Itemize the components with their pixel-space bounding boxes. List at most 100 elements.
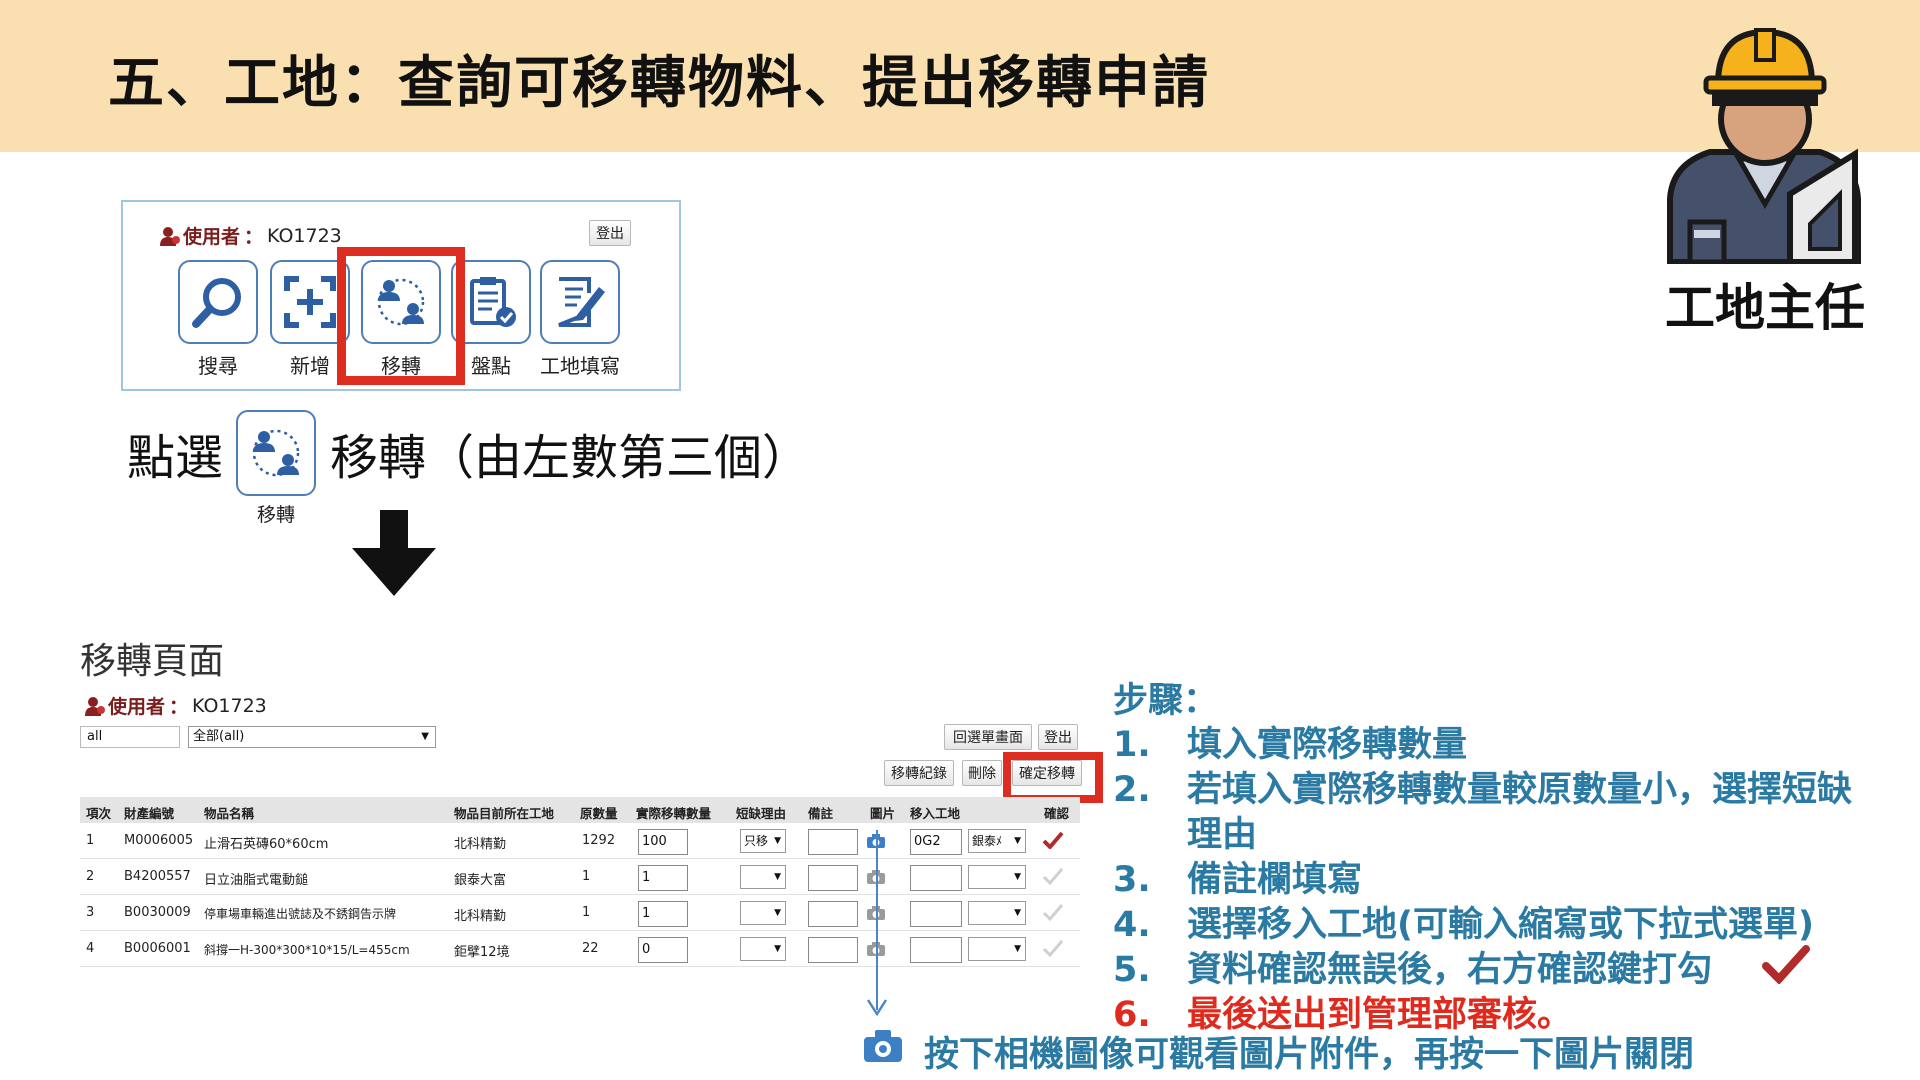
dest-site-input[interactable] xyxy=(910,937,962,963)
col-header: 備註 xyxy=(808,806,834,821)
role-caption: 工地主任 xyxy=(1665,279,1865,337)
row-name: 斜撐一H-300*300*10*15/L=455cm xyxy=(204,943,410,957)
user-id: KO1723 xyxy=(192,694,267,717)
confirm-check-icon[interactable] xyxy=(1042,903,1064,921)
shortage-reason-select[interactable]: ▼ xyxy=(740,865,786,889)
table-row: 2 B4200557 日立油脂式電動鎚 銀泰大富 1 1 ▼ ▼ xyxy=(80,859,1080,895)
table-row: 4 B0006001 斜撐一H-300*300*10*15/L=455cm 鉅擘… xyxy=(80,931,1080,967)
step-item: 2. 若填入實際移轉數量較原數量小，選擇短缺 xyxy=(1113,770,1853,810)
chevron-down-icon: ▼ xyxy=(774,908,781,918)
step-item-continued: 理由 xyxy=(1187,815,1258,855)
col-header: 移入工地 xyxy=(910,806,961,821)
row-site: 北科精勤 xyxy=(454,909,507,924)
chevron-down-icon: ▼ xyxy=(774,944,781,954)
row-name: 停車場車輛進出號誌及不銹鋼告示牌 xyxy=(204,907,397,921)
instruction-transfer-tile xyxy=(236,410,316,496)
transfer-history-button[interactable]: 移轉紀錄 xyxy=(884,760,954,786)
step-item: 1. 填入實際移轉數量 xyxy=(1113,725,1468,765)
confirm-check-icon[interactable] xyxy=(1042,867,1064,885)
menu-item-site-fill[interactable]: 工地填寫 xyxy=(539,260,621,379)
inventory-icon xyxy=(470,277,516,327)
row-code: B0030009 xyxy=(124,905,191,920)
dest-site-select[interactable]: ▼ xyxy=(968,865,1026,889)
user-info: 使用者 ： KO1723 xyxy=(159,222,342,249)
row-no: 2 xyxy=(86,869,95,884)
dest-site-input[interactable] xyxy=(910,901,962,927)
chevron-down-icon: ▼ xyxy=(774,836,781,846)
filter-site-value: 全部(all) xyxy=(193,729,245,744)
row-name: 止滑石英磚60*60cm xyxy=(204,837,329,852)
confirm-check-icon[interactable] xyxy=(1042,939,1064,957)
logout-button[interactable]: 登出 xyxy=(589,220,631,246)
delete-button[interactable]: 刪除 xyxy=(962,760,1002,786)
dest-site-input[interactable]: 0G2 xyxy=(910,829,962,855)
table-row: 3 B0030009 停車場車輛進出號誌及不銹鋼告示牌 北科精勤 1 1 ▼ ▼ xyxy=(80,895,1080,931)
menu-label-site-fill: 工地填寫 xyxy=(540,354,620,378)
note-input[interactable] xyxy=(808,829,858,855)
actual-qty-input[interactable]: 0 xyxy=(638,937,688,963)
actual-qty-input[interactable]: 1 xyxy=(638,865,688,891)
camera-note: 按下相機圖像可觀看圖片附件，再按一下圖片關閉 xyxy=(924,1035,1695,1075)
row-site: 北科精勤 xyxy=(454,837,507,852)
dest-site-select[interactable]: 銀泰ﾒ ▼ xyxy=(968,829,1026,853)
user-separator: ： xyxy=(244,226,264,248)
chevron-down-icon: ▼ xyxy=(1014,872,1021,882)
dest-site-value: 銀泰ﾒ xyxy=(972,834,1003,848)
row-site: 鉅擘12境 xyxy=(454,945,510,960)
camera-pointer-line xyxy=(876,830,878,1010)
row-qty: 22 xyxy=(582,941,599,956)
shortage-reason-select[interactable]: 只移 ▼ xyxy=(740,829,786,853)
instruction-suffix: 移轉（由左數第三個） xyxy=(330,430,811,486)
note-input[interactable] xyxy=(808,865,858,891)
menu-label-search: 搜尋 xyxy=(198,354,238,378)
header-band: 五、工地：查詢可移轉物料、提出移轉申請 xyxy=(0,0,1920,152)
user-separator: ： xyxy=(169,696,189,718)
row-code: B0006001 xyxy=(124,941,191,956)
row-site: 銀泰大富 xyxy=(454,873,507,888)
note-input[interactable] xyxy=(808,901,858,927)
filter-site-select[interactable]: 全部(all) ▼ xyxy=(188,726,436,748)
row-no: 3 xyxy=(86,905,95,920)
menu-item-search[interactable]: 搜尋 xyxy=(177,260,259,379)
step-item: 4. 選擇移入工地(可輸入縮寫或下拉式選單) xyxy=(1113,905,1814,945)
col-header: 物品名稱 xyxy=(204,806,255,821)
dest-site-select[interactable]: ▼ xyxy=(968,901,1026,925)
dest-site-select[interactable]: ▼ xyxy=(968,937,1026,961)
step-item: 5. 資料確認無誤後，右方確認鍵打勾 xyxy=(1113,950,1713,990)
confirm-check-icon[interactable] xyxy=(1042,831,1064,849)
chevron-down-icon: ▼ xyxy=(1014,908,1021,918)
col-header: 確認 xyxy=(1044,806,1070,821)
shortage-reason-select[interactable]: ▼ xyxy=(740,937,786,961)
table-header: 項次 財產編號 物品名稱 物品目前所在工地 原數量 實際移轉數量 短缺理由 備註… xyxy=(80,797,1080,823)
col-header: 項次 xyxy=(86,806,112,821)
actual-qty-input[interactable]: 1 xyxy=(638,901,688,927)
col-header: 原數量 xyxy=(580,806,618,821)
transfer-highlight-box xyxy=(337,247,465,385)
down-arrow-icon xyxy=(352,510,436,596)
filter-code-input[interactable]: all xyxy=(80,726,180,748)
col-header: 物品目前所在工地 xyxy=(454,806,555,821)
col-header: 實際移轉數量 xyxy=(636,806,712,821)
shortage-reason-select[interactable]: ▼ xyxy=(740,901,786,925)
logout-button[interactable]: 登出 xyxy=(1038,724,1078,750)
chevron-down-icon: ▼ xyxy=(1014,836,1021,846)
table-row: 1 M0006005 止滑石英磚60*60cm 北科精勤 1292 100 只移… xyxy=(80,823,1080,859)
edit-form-icon xyxy=(558,277,605,327)
row-name: 日立油脂式電動鎚 xyxy=(204,873,309,888)
note-input[interactable] xyxy=(808,937,858,963)
instruction-prefix: 點選 xyxy=(127,430,224,486)
user-icon xyxy=(85,696,105,716)
row-code: M0006005 xyxy=(124,833,194,848)
transfer-user-info: 使用者 ： KO1723 xyxy=(84,692,267,719)
user-icon xyxy=(160,226,180,246)
step-item: 3. 備註欄填寫 xyxy=(1113,860,1363,900)
chevron-down-icon: ▼ xyxy=(421,731,429,742)
user-id: KO1723 xyxy=(267,224,342,247)
row-no: 1 xyxy=(86,833,95,848)
camera-icon xyxy=(864,1030,902,1062)
col-header: 財產編號 xyxy=(124,806,175,821)
dest-site-input[interactable] xyxy=(910,865,962,891)
construction-worker-icon xyxy=(1667,28,1861,264)
actual-qty-input[interactable]: 100 xyxy=(638,829,688,855)
back-to-menu-button[interactable]: 回選單畫面 xyxy=(944,724,1032,750)
